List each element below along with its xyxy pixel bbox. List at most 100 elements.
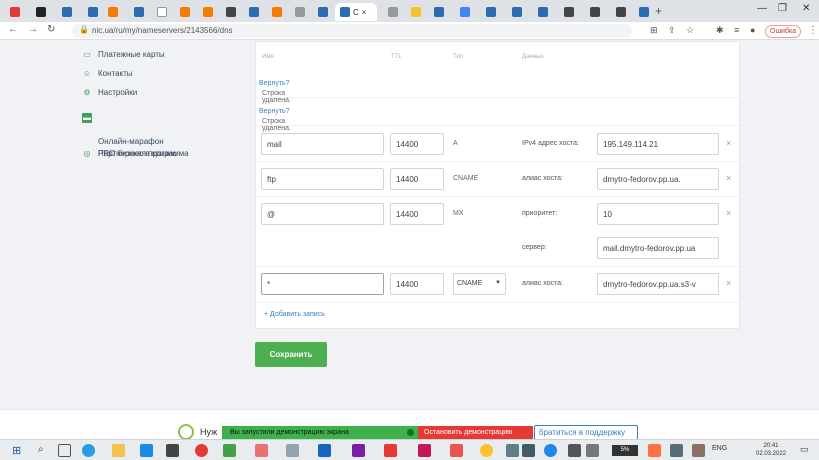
browser-tab[interactable]	[6, 3, 24, 21]
app-icon[interactable]	[506, 444, 519, 457]
task-view-icon[interactable]	[58, 444, 71, 457]
browser-tab[interactable]	[130, 3, 148, 21]
back-icon[interactable]: ←	[8, 24, 18, 35]
browser-tab[interactable]	[635, 3, 653, 21]
app-icon[interactable]	[286, 444, 299, 457]
stop-share-button[interactable]: Остановить демонстрацию	[418, 426, 533, 439]
word-icon[interactable]	[318, 444, 331, 457]
sidebar-item-settings[interactable]: ⚙ Настройки	[82, 87, 252, 106]
browser-tab[interactable]	[291, 3, 309, 21]
chrome-icon[interactable]	[480, 444, 493, 457]
name-input[interactable]: *	[261, 273, 384, 295]
reading-list-icon[interactable]: ≡	[734, 25, 739, 35]
browser-tab[interactable]	[245, 3, 263, 21]
browser-tab[interactable]	[268, 3, 286, 21]
minimize-icon[interactable]: —	[757, 3, 767, 14]
delete-record-icon[interactable]: ×	[726, 208, 731, 218]
app-icon[interactable]	[692, 444, 705, 457]
app-icon[interactable]	[255, 444, 268, 457]
ttl-input[interactable]: 14400	[390, 133, 444, 155]
data-input[interactable]: dmytro-fedorov.pp.ua.s3-v	[597, 273, 719, 295]
edge-icon[interactable]	[82, 444, 95, 457]
close-window-icon[interactable]: ✕	[802, 3, 810, 14]
opera-icon[interactable]	[195, 444, 208, 457]
app-icon[interactable]	[450, 444, 463, 457]
battery-indicator[interactable]: 5%	[612, 445, 638, 456]
type-select[interactable]: CNAME ▼	[453, 273, 506, 295]
browser-tab[interactable]	[176, 3, 194, 21]
clock[interactable]: 20:41 02.03.2022	[756, 442, 786, 458]
browser-tab[interactable]	[222, 3, 240, 21]
app-icon[interactable]	[586, 444, 599, 457]
close-tab-icon[interactable]: ×	[362, 8, 367, 17]
app-icon[interactable]	[670, 444, 683, 457]
browser-tab[interactable]	[534, 3, 552, 21]
ttl-input[interactable]: 14400	[390, 203, 444, 225]
browser-tab[interactable]	[199, 3, 217, 21]
browser-tab[interactable]	[153, 3, 171, 21]
browser-tab[interactable]	[508, 3, 526, 21]
explorer-icon[interactable]	[112, 444, 125, 457]
windows-start-icon[interactable]: ⊞	[12, 444, 21, 457]
browser-tab[interactable]	[58, 3, 76, 21]
browser-tab[interactable]	[560, 3, 578, 21]
browser-tab[interactable]	[407, 3, 425, 21]
language-indicator[interactable]: ENG	[712, 445, 727, 452]
app-icon[interactable]	[648, 444, 661, 457]
data-input[interactable]: 195.149.114.21	[597, 133, 719, 155]
browser-tab[interactable]	[482, 3, 500, 21]
browser-tab[interactable]	[586, 3, 604, 21]
server-input[interactable]: mail.dmytro-fedorov.pp.ua	[597, 237, 719, 259]
restore-link[interactable]: Вернуть?	[259, 80, 290, 87]
browser-tab[interactable]	[384, 3, 402, 21]
bookmark-star-icon[interactable]: ☆	[686, 25, 694, 36]
browser-tab-active[interactable]: C ×	[335, 3, 377, 21]
delete-record-icon[interactable]: ×	[726, 173, 731, 183]
sidebar-item-marathon[interactable]: ▬ Онлайн-марафон PRO бизнес в кризис	[82, 112, 252, 158]
sidebar-item-contacts[interactable]: ☺ Контакты	[82, 68, 252, 87]
share-icon[interactable]: ⇪	[668, 25, 676, 36]
app-icon[interactable]	[166, 444, 179, 457]
name-input[interactable]: mail	[261, 133, 384, 155]
translate-icon[interactable]: ⊞	[650, 25, 658, 36]
support-button[interactable]: братиться в поддержку	[534, 425, 638, 440]
notifications-icon[interactable]: ▭	[800, 444, 809, 455]
app-icon[interactable]	[384, 444, 397, 457]
name-input[interactable]: ftp	[261, 168, 384, 190]
telegram-icon[interactable]	[544, 444, 557, 457]
app-icon[interactable]	[418, 444, 431, 457]
address-bar[interactable]: 🔒 nic.ua/ru/my/nameservers/2143566/dns	[72, 24, 632, 38]
browser-tab[interactable]	[84, 3, 102, 21]
sidebar-item-partner[interactable]: ◎ Партнерская программа	[82, 148, 252, 167]
browser-tab[interactable]	[612, 3, 630, 21]
ttl-input[interactable]: 14400	[390, 273, 444, 295]
add-record-link[interactable]: + Добавить запись	[264, 311, 325, 318]
new-tab-button[interactable]: +	[655, 4, 662, 18]
restore-link[interactable]: Вернуть?	[259, 108, 290, 115]
winrar-icon[interactable]	[352, 444, 365, 457]
reload-icon[interactable]: ↻	[47, 24, 55, 35]
menu-icon[interactable]: ⋮	[808, 25, 818, 36]
ttl-input[interactable]: 14400	[390, 168, 444, 190]
search-icon[interactable]: ⌕	[38, 444, 44, 455]
app-icon[interactable]	[522, 444, 535, 457]
torrent-icon[interactable]	[223, 444, 236, 457]
app-icon[interactable]	[140, 444, 153, 457]
browser-tab[interactable]	[104, 3, 122, 21]
browser-tab[interactable]	[430, 3, 448, 21]
extensions-icon[interactable]: ✱	[716, 25, 724, 36]
save-button[interactable]: Сохранить	[255, 342, 327, 367]
profile-icon[interactable]: ●	[750, 25, 755, 35]
data-input[interactable]: dmytro-fedorov.pp.ua.	[597, 168, 719, 190]
name-input[interactable]: @	[261, 203, 384, 225]
delete-record-icon[interactable]: ×	[726, 278, 731, 288]
delete-record-icon[interactable]: ×	[726, 138, 731, 148]
maximize-icon[interactable]: ❐	[778, 3, 787, 14]
browser-tab[interactable]	[456, 3, 474, 21]
browser-tab[interactable]	[32, 3, 50, 21]
app-icon[interactable]	[568, 444, 581, 457]
browser-tab[interactable]	[314, 3, 332, 21]
priority-input[interactable]: 10	[597, 203, 719, 225]
error-button[interactable]: Ошибка	[765, 25, 802, 38]
forward-icon[interactable]: →	[28, 24, 38, 35]
